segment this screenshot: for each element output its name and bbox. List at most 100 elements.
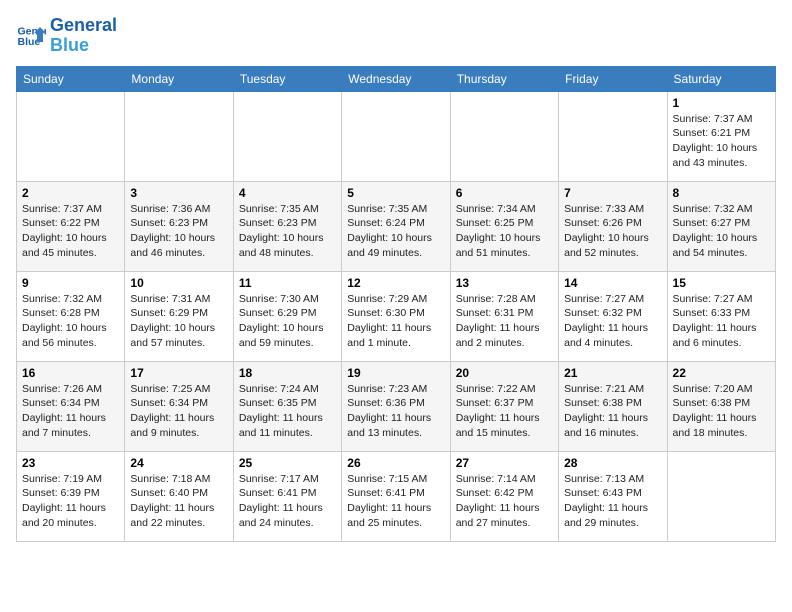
day-info: Sunrise: 7:19 AM Sunset: 6:39 PM Dayligh… [22, 472, 119, 531]
calendar-cell: 17Sunrise: 7:25 AM Sunset: 6:34 PM Dayli… [125, 361, 233, 451]
day-number: 19 [347, 366, 444, 380]
day-number: 6 [456, 186, 553, 200]
logo-general: General [50, 16, 117, 36]
calendar-cell: 21 Sunrise: 7:21 AM Sunset: 6:38 PM Dayli… [559, 361, 667, 451]
day-info: Sunrise: 7:26 AM Sunset: 6:34 PM Dayligh… [22, 382, 119, 441]
calendar-cell: 6 Sunrise: 7:34 AM Sunset: 6:25 PM Daylig… [450, 181, 558, 271]
calendar-cell: 14 Sunrise: 7:27 AM Sunset: 6:32 PM Dayli… [559, 271, 667, 361]
calendar-cell: 18Sunrise: 7:24 AM Sunset: 6:35 PM Dayli… [233, 361, 341, 451]
day-info: Sunrise: 7:37 AM Sunset: 6:22 PM Dayligh… [22, 202, 119, 261]
day-info: Sunrise: 7:30 AM Sunset: 6:29 PM Dayligh… [239, 292, 336, 351]
day-info: Sunrise: 7:17 AM Sunset: 6:41 PM Dayligh… [239, 472, 336, 531]
calendar-cell: 12Sunrise: 7:29 AM Sunset: 6:30 PM Dayli… [342, 271, 450, 361]
calendar-cell: 13 Sunrise: 7:28 AM Sunset: 6:31 PM Dayli… [450, 271, 558, 361]
day-info: Sunrise: 7:23 AM Sunset: 6:36 PM Dayligh… [347, 382, 444, 441]
day-number: 25 [239, 456, 336, 470]
svg-text:Blue: Blue [18, 36, 41, 48]
calendar-cell: 15 Sunrise: 7:27 AM Sunset: 6:33 PM Dayli… [667, 271, 775, 361]
calendar-cell: 2 Sunrise: 7:37 AM Sunset: 6:22 PM Daylig… [17, 181, 125, 271]
day-number: 2 [22, 186, 119, 200]
calendar-cell: 27Sunrise: 7:14 AM Sunset: 6:42 PM Dayli… [450, 451, 558, 541]
calendar-cell: 3 Sunrise: 7:36 AM Sunset: 6:23 PM Daylig… [125, 181, 233, 271]
calendar-cell [450, 91, 558, 181]
day-number: 10 [130, 276, 227, 290]
day-info: Sunrise: 7:27 AM Sunset: 6:32 PM Dayligh… [564, 292, 661, 351]
day-number: 5 [347, 186, 444, 200]
calendar-cell: 19 Sunrise: 7:23 AM Sunset: 6:36 PM Dayli… [342, 361, 450, 451]
day-number: 1 [673, 96, 770, 110]
weekday-header-tuesday: Tuesday [233, 66, 341, 91]
day-info: Sunrise: 7:15 AM Sunset: 6:41 PM Dayligh… [347, 472, 444, 531]
day-number: 24 [130, 456, 227, 470]
weekday-header-thursday: Thursday [450, 66, 558, 91]
day-number: 13 [456, 276, 553, 290]
weekday-header-wednesday: Wednesday [342, 66, 450, 91]
day-number: 11 [239, 276, 336, 290]
day-info: Sunrise: 7:20 AM Sunset: 6:38 PM Dayligh… [673, 382, 770, 441]
day-info: Sunrise: 7:21 AM Sunset: 6:38 PM Dayligh… [564, 382, 661, 441]
page-header: General Blue General Blue [16, 16, 776, 56]
day-info: Sunrise: 7:35 AM Sunset: 6:24 PM Dayligh… [347, 202, 444, 261]
calendar-cell: 10 Sunrise: 7:31 AM Sunset: 6:29 PM Dayli… [125, 271, 233, 361]
day-number: 28 [564, 456, 661, 470]
day-number: 4 [239, 186, 336, 200]
weekday-header-monday: Monday [125, 66, 233, 91]
calendar-cell: 26Sunrise: 7:15 AM Sunset: 6:41 PM Dayli… [342, 451, 450, 541]
calendar-cell [342, 91, 450, 181]
calendar-cell: 25 Sunrise: 7:17 AM Sunset: 6:41 PM Dayli… [233, 451, 341, 541]
day-info: Sunrise: 7:34 AM Sunset: 6:25 PM Dayligh… [456, 202, 553, 261]
logo: General Blue General Blue [16, 16, 117, 56]
day-info: Sunrise: 7:36 AM Sunset: 6:23 PM Dayligh… [130, 202, 227, 261]
calendar-cell: 7 Sunrise: 7:33 AM Sunset: 6:26 PM Daylig… [559, 181, 667, 271]
calendar-cell: 1Sunrise: 7:37 AM Sunset: 6:21 PM Daylig… [667, 91, 775, 181]
calendar-cell: 20Sunrise: 7:22 AM Sunset: 6:37 PM Dayli… [450, 361, 558, 451]
calendar-cell [559, 91, 667, 181]
day-info: Sunrise: 7:32 AM Sunset: 6:28 PM Dayligh… [22, 292, 119, 351]
calendar-cell: 8Sunrise: 7:32 AM Sunset: 6:27 PM Daylig… [667, 181, 775, 271]
calendar-table: SundayMondayTuesdayWednesdayThursdayFrid… [16, 66, 776, 542]
day-info: Sunrise: 7:28 AM Sunset: 6:31 PM Dayligh… [456, 292, 553, 351]
day-number: 23 [22, 456, 119, 470]
logo-icon: General Blue [16, 21, 46, 51]
calendar-cell: 24 Sunrise: 7:18 AM Sunset: 6:40 PM Dayli… [125, 451, 233, 541]
week-row-4: 16 Sunrise: 7:26 AM Sunset: 6:34 PM Dayli… [17, 361, 776, 451]
day-number: 22 [673, 366, 770, 380]
day-info: Sunrise: 7:33 AM Sunset: 6:26 PM Dayligh… [564, 202, 661, 261]
day-info: Sunrise: 7:18 AM Sunset: 6:40 PM Dayligh… [130, 472, 227, 531]
calendar-cell: 16 Sunrise: 7:26 AM Sunset: 6:34 PM Dayli… [17, 361, 125, 451]
day-info: Sunrise: 7:25 AM Sunset: 6:34 PM Dayligh… [130, 382, 227, 441]
day-number: 8 [673, 186, 770, 200]
day-number: 18 [239, 366, 336, 380]
weekday-header-friday: Friday [559, 66, 667, 91]
calendar-cell: 11 Sunrise: 7:30 AM Sunset: 6:29 PM Dayli… [233, 271, 341, 361]
day-number: 9 [22, 276, 119, 290]
day-info: Sunrise: 7:14 AM Sunset: 6:42 PM Dayligh… [456, 472, 553, 531]
day-number: 16 [22, 366, 119, 380]
day-number: 15 [673, 276, 770, 290]
calendar-cell: 5 Sunrise: 7:35 AM Sunset: 6:24 PM Daylig… [342, 181, 450, 271]
day-info: Sunrise: 7:22 AM Sunset: 6:37 PM Dayligh… [456, 382, 553, 441]
week-row-5: 23 Sunrise: 7:19 AM Sunset: 6:39 PM Dayli… [17, 451, 776, 541]
week-row-2: 2 Sunrise: 7:37 AM Sunset: 6:22 PM Daylig… [17, 181, 776, 271]
calendar-cell: 9 Sunrise: 7:32 AM Sunset: 6:28 PM Daylig… [17, 271, 125, 361]
calendar-cell: 23 Sunrise: 7:19 AM Sunset: 6:39 PM Dayli… [17, 451, 125, 541]
day-number: 3 [130, 186, 227, 200]
weekday-header-sunday: Sunday [17, 66, 125, 91]
weekday-header-saturday: Saturday [667, 66, 775, 91]
logo-blue: Blue [50, 36, 117, 56]
calendar-cell: 22 Sunrise: 7:20 AM Sunset: 6:38 PM Dayli… [667, 361, 775, 451]
calendar-cell [17, 91, 125, 181]
calendar-cell: 28 Sunrise: 7:13 AM Sunset: 6:43 PM Dayli… [559, 451, 667, 541]
day-info: Sunrise: 7:29 AM Sunset: 6:30 PM Dayligh… [347, 292, 444, 351]
day-info: Sunrise: 7:35 AM Sunset: 6:23 PM Dayligh… [239, 202, 336, 261]
day-info: Sunrise: 7:31 AM Sunset: 6:29 PM Dayligh… [130, 292, 227, 351]
day-info: Sunrise: 7:27 AM Sunset: 6:33 PM Dayligh… [673, 292, 770, 351]
day-info: Sunrise: 7:13 AM Sunset: 6:43 PM Dayligh… [564, 472, 661, 531]
weekday-header-row: SundayMondayTuesdayWednesdayThursdayFrid… [17, 66, 776, 91]
day-number: 21 [564, 366, 661, 380]
calendar-cell [125, 91, 233, 181]
day-number: 14 [564, 276, 661, 290]
day-number: 7 [564, 186, 661, 200]
week-row-1: 1Sunrise: 7:37 AM Sunset: 6:21 PM Daylig… [17, 91, 776, 181]
calendar-cell [233, 91, 341, 181]
